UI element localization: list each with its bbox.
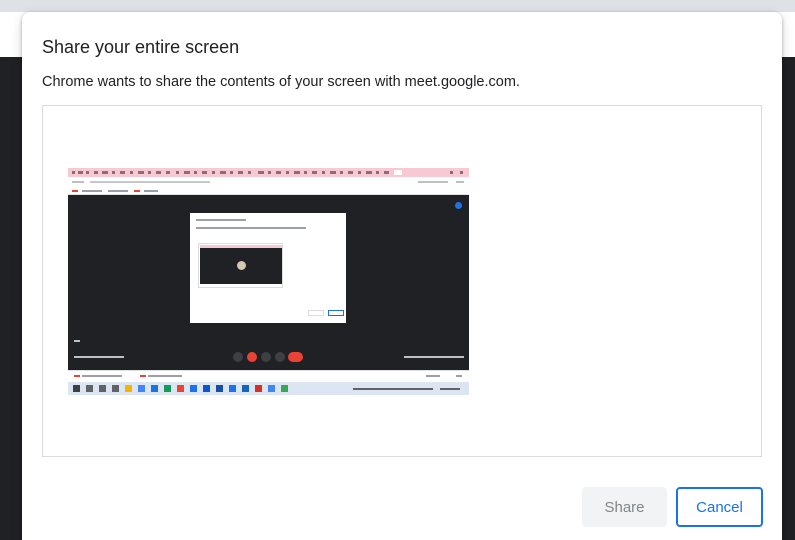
thumbnail-bookmarks-bar [68,187,469,195]
thumbnail-tabs [72,170,463,175]
screen-thumbnail[interactable] [68,168,469,395]
share-button[interactable]: Share [582,487,667,527]
thumbnail-taskbar [68,382,469,395]
thumbnail-inner-dialog [190,213,346,323]
dialog-subtitle: Chrome wants to share the contents of yo… [42,74,520,90]
thumbnail-meet-window [68,195,469,370]
cancel-button[interactable]: Cancel [676,487,763,527]
thumbnail-downloads-bar [68,370,469,382]
screen-preview-frame[interactable] [42,105,762,457]
thumbnail-address-bar [68,177,469,187]
share-screen-dialog: Share your entire screen Chrome wants to… [22,12,782,540]
dialog-title: Share your entire screen [42,37,240,57]
